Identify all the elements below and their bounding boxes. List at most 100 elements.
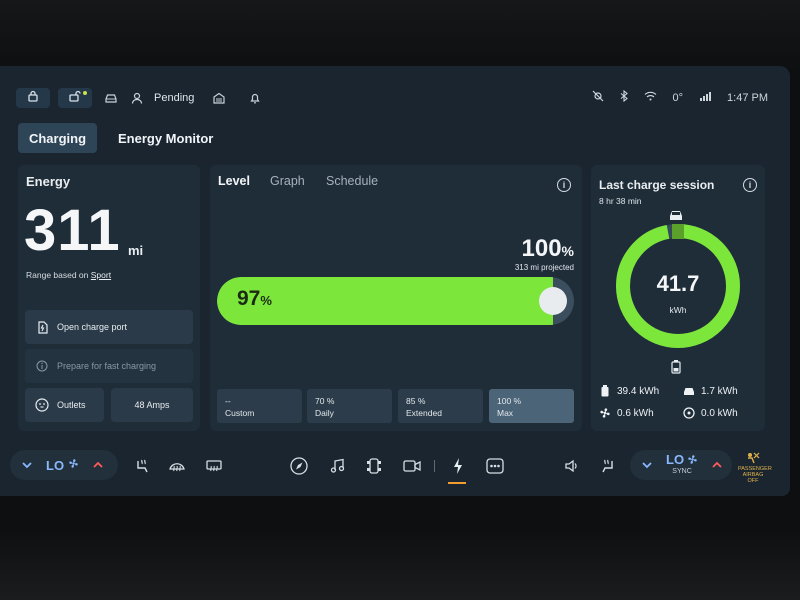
wifi-icon — [644, 91, 657, 104]
prepare-fast-charging-label: Prepare for fast charging — [57, 361, 157, 371]
projected-range: 313 mi projected — [514, 263, 574, 272]
stat-cabin: 1.7 kWh — [683, 385, 738, 397]
charging-bolt-icon[interactable] — [448, 456, 468, 476]
camera-icon[interactable] — [402, 456, 422, 476]
chevron-down-icon[interactable] — [642, 458, 652, 472]
preset-value: 70 % — [315, 396, 335, 406]
charge-limit-number: 100 — [521, 235, 562, 262]
fan-icon — [68, 456, 79, 474]
outside-temperature: 0° — [672, 91, 684, 104]
energy-title: Energy — [26, 174, 71, 189]
preset-name: Daily — [315, 408, 334, 418]
clock-time: 1:47 PM — [727, 91, 768, 104]
passenger-airbag-indicator: PASSENGER AIRBAG OFF — [738, 452, 772, 484]
charge-level-panel: Level Graph Schedule i 100% 313 mi proje… — [210, 165, 582, 431]
tab-graph[interactable]: Graph — [270, 174, 305, 188]
passenger-temp-level: LO — [666, 452, 685, 467]
car-icon[interactable] — [100, 88, 122, 108]
preset-extended[interactable]: 85 % Extended — [398, 389, 483, 423]
range-value: 311 — [24, 198, 121, 263]
session-total-energy: 41.7 — [656, 271, 700, 296]
charge-limit-value: 100% — [522, 235, 575, 263]
airbag-warning-icon — [738, 452, 768, 466]
battery-icon — [671, 360, 681, 379]
passenger-climate-control[interactable]: LO SYNC — [630, 450, 732, 480]
outlet-icon — [35, 398, 49, 412]
amps-label: 48 Amps — [134, 400, 170, 410]
more-apps-icon[interactable] — [485, 456, 505, 476]
passenger-climate-readout: LO SYNC — [666, 452, 698, 477]
chevron-up-icon[interactable] — [712, 456, 722, 474]
open-charge-port-button[interactable]: Open charge port — [25, 310, 193, 344]
outlets-button[interactable]: Outlets — [25, 388, 104, 422]
ring-start-marker — [672, 224, 684, 239]
rear-defrost-icon[interactable] — [204, 456, 224, 476]
unlock-button[interactable] — [58, 88, 92, 108]
preset-name: Max — [497, 408, 514, 418]
amps-button[interactable]: 48 Amps — [111, 388, 193, 422]
lock-button[interactable] — [16, 88, 50, 108]
preset-value: 85 % — [406, 396, 426, 406]
preset-value: -- — [225, 396, 231, 406]
active-app-indicator — [448, 482, 466, 484]
chevron-down-icon[interactable] — [22, 458, 32, 472]
session-title: Last charge session — [599, 178, 715, 192]
unlock-icon — [69, 89, 81, 107]
seat-heater-icon[interactable] — [132, 456, 152, 476]
lock-icon — [28, 89, 38, 107]
unlock-indicator-dot — [83, 91, 87, 95]
charge-port-icon — [35, 320, 49, 334]
navigation-icon[interactable] — [289, 456, 309, 476]
driver-temp-level: LO — [46, 457, 65, 473]
driver-climate-control[interactable]: LO — [10, 450, 118, 480]
garage-icon[interactable] — [208, 88, 230, 108]
session-total-unit: kWh — [669, 305, 687, 315]
bottom-dock: LO LO SYNC PASSENGER AIRBAG OFF — [0, 444, 790, 488]
current-charge-unit: % — [260, 293, 272, 308]
stat-battery: 39.4 kWh — [599, 385, 659, 397]
stat-battery-value: 39.4 kWh — [617, 385, 660, 397]
status-bar: Pending 0° 1:47 PM — [0, 66, 790, 112]
volume-icon[interactable] — [562, 456, 582, 476]
chevron-up-icon[interactable] — [93, 456, 103, 474]
charge-level-slider[interactable]: 97% — [217, 277, 574, 325]
open-charge-port-label: Open charge port — [57, 322, 128, 332]
vehicle-icon — [661, 207, 691, 223]
preset-custom[interactable]: -- Custom — [217, 389, 302, 423]
profile-status-label[interactable]: Pending — [154, 92, 194, 104]
tab-schedule[interactable]: Schedule — [326, 174, 378, 188]
preset-daily[interactable]: 70 % Daily — [307, 389, 392, 423]
person-icon[interactable] — [130, 88, 144, 108]
range-based-prefix: Range based on — [26, 270, 89, 280]
tab-charging[interactable]: Charging — [18, 123, 97, 153]
stat-other: 0.0 kWh — [683, 407, 738, 419]
music-icon[interactable] — [327, 456, 347, 476]
tab-energy-monitor[interactable]: Energy Monitor — [118, 123, 213, 153]
outlets-label: Outlets — [57, 400, 86, 410]
level-info-icon[interactable]: i — [557, 178, 571, 192]
charge-limit-unit: % — [561, 243, 574, 259]
stat-climate: 0.6 kWh — [599, 407, 654, 419]
fan-icon — [687, 454, 698, 466]
bluetooth-icon — [620, 89, 628, 105]
vehicle-controls-icon[interactable] — [364, 456, 384, 476]
preset-max[interactable]: 100 % Max — [489, 389, 574, 423]
session-info-icon[interactable]: i — [743, 178, 757, 192]
range-unit: mi — [128, 243, 144, 258]
no-camera-icon — [592, 90, 604, 105]
passenger-seat-heater-icon[interactable] — [598, 456, 618, 476]
fan-icon — [599, 407, 611, 419]
lte-signal-icon — [699, 90, 712, 105]
charge-limit-handle[interactable] — [539, 287, 567, 315]
airbag-line-2: AIRBAG OFF — [742, 472, 764, 484]
range-based-on: Range based on Sport — [26, 270, 111, 280]
front-defrost-icon[interactable] — [167, 456, 187, 476]
dock-divider — [434, 460, 435, 472]
gauge-icon — [683, 407, 695, 419]
bell-icon[interactable] — [244, 88, 266, 108]
prepare-fast-charging-button[interactable]: Prepare for fast charging — [25, 349, 193, 383]
tab-level[interactable]: Level — [218, 174, 250, 188]
last-charge-session-panel: Last charge session 8 hr 38 min i 41.7 k… — [591, 165, 765, 431]
energy-panel: Energy 311 mi Range based on Sport Open … — [18, 165, 200, 431]
range-mode-link[interactable]: Sport — [91, 270, 111, 280]
